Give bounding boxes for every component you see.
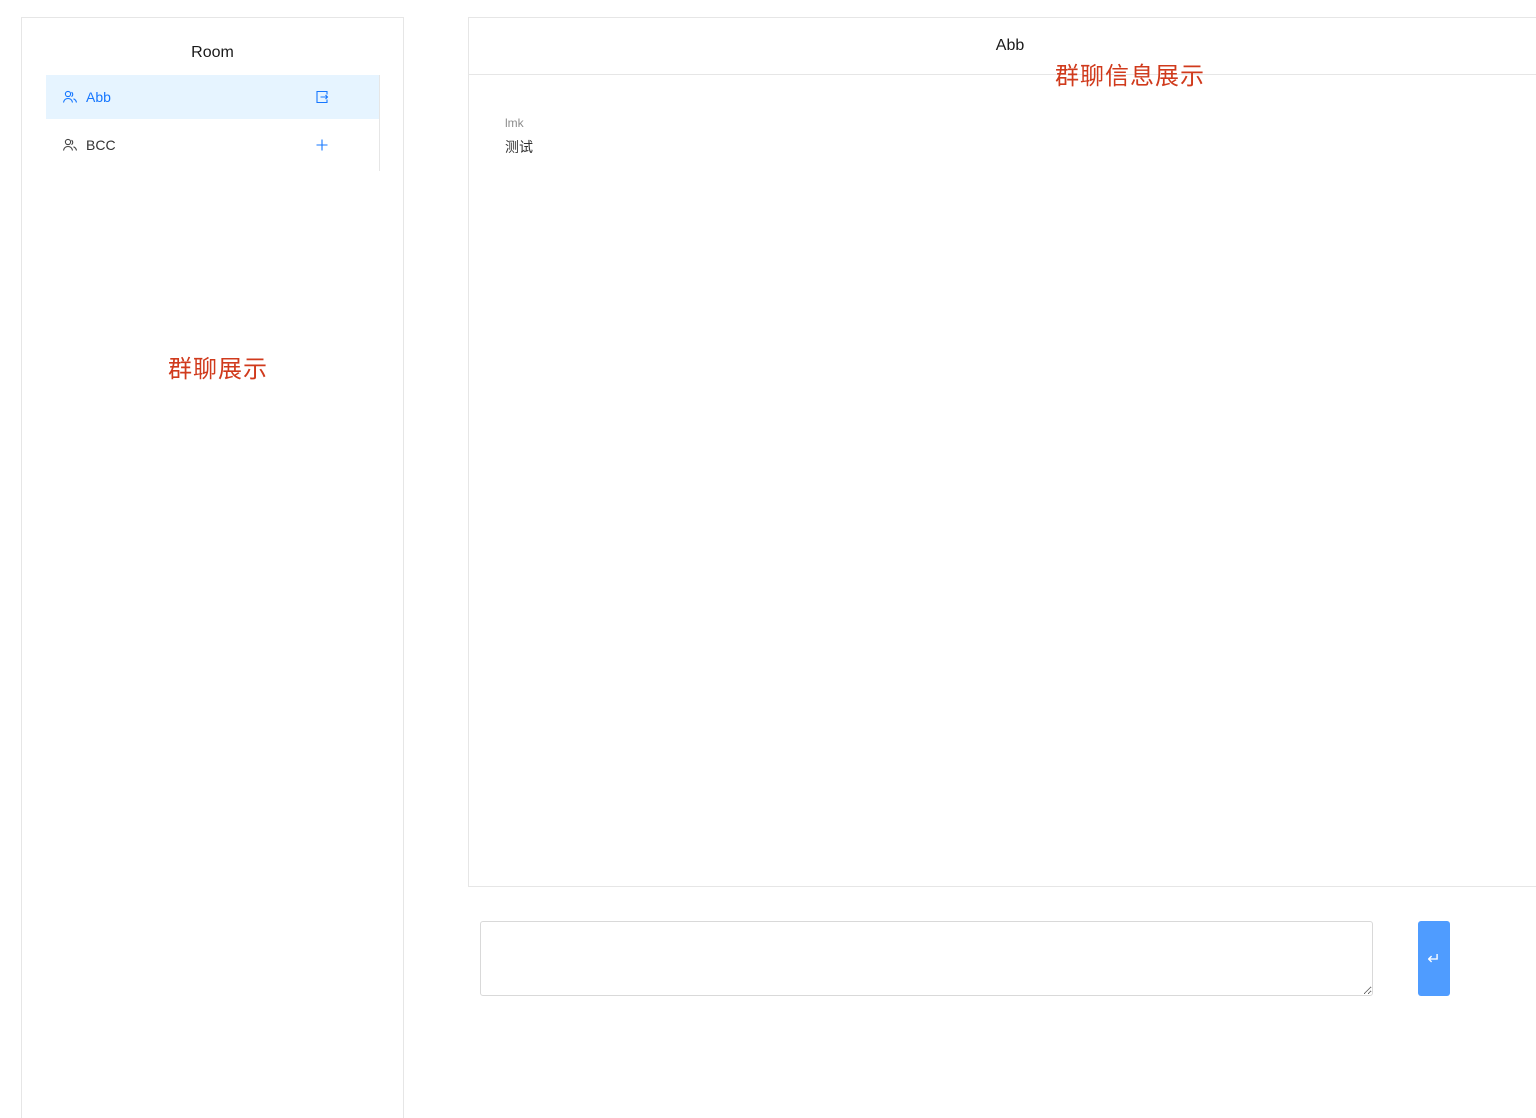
room-item-abb[interactable]: Abb <box>46 75 379 119</box>
annotation-chat-info: 群聊信息展示 <box>1055 63 1205 90</box>
annotation-room-list: 群聊展示 <box>168 356 268 383</box>
chat-panel: Abb 群聊信息展示 lmk 测试 <box>468 17 1536 887</box>
room-item-bcc[interactable]: BCC <box>46 123 379 167</box>
room-list: Abb BCC <box>46 75 380 171</box>
group-icon <box>62 137 78 153</box>
room-name: Abb <box>86 89 111 105</box>
message-text: 测试 <box>505 139 533 155</box>
enter-icon: ↵ <box>1427 950 1441 968</box>
send-button[interactable]: ↵ <box>1418 921 1450 996</box>
chat-title: Abb <box>995 37 1025 54</box>
exit-icon[interactable] <box>314 89 330 105</box>
plus-icon[interactable] <box>314 137 330 153</box>
message-sender: lmk <box>505 116 524 130</box>
message-input[interactable] <box>480 921 1373 996</box>
room-panel: Room Abb BCC 群聊展示 <box>21 17 404 1118</box>
group-icon <box>62 89 78 105</box>
room-panel-title: Room <box>191 44 234 61</box>
chat-header: Abb <box>469 18 1536 75</box>
message-item: lmk 测试 <box>505 116 533 157</box>
room-name: BCC <box>86 137 116 153</box>
